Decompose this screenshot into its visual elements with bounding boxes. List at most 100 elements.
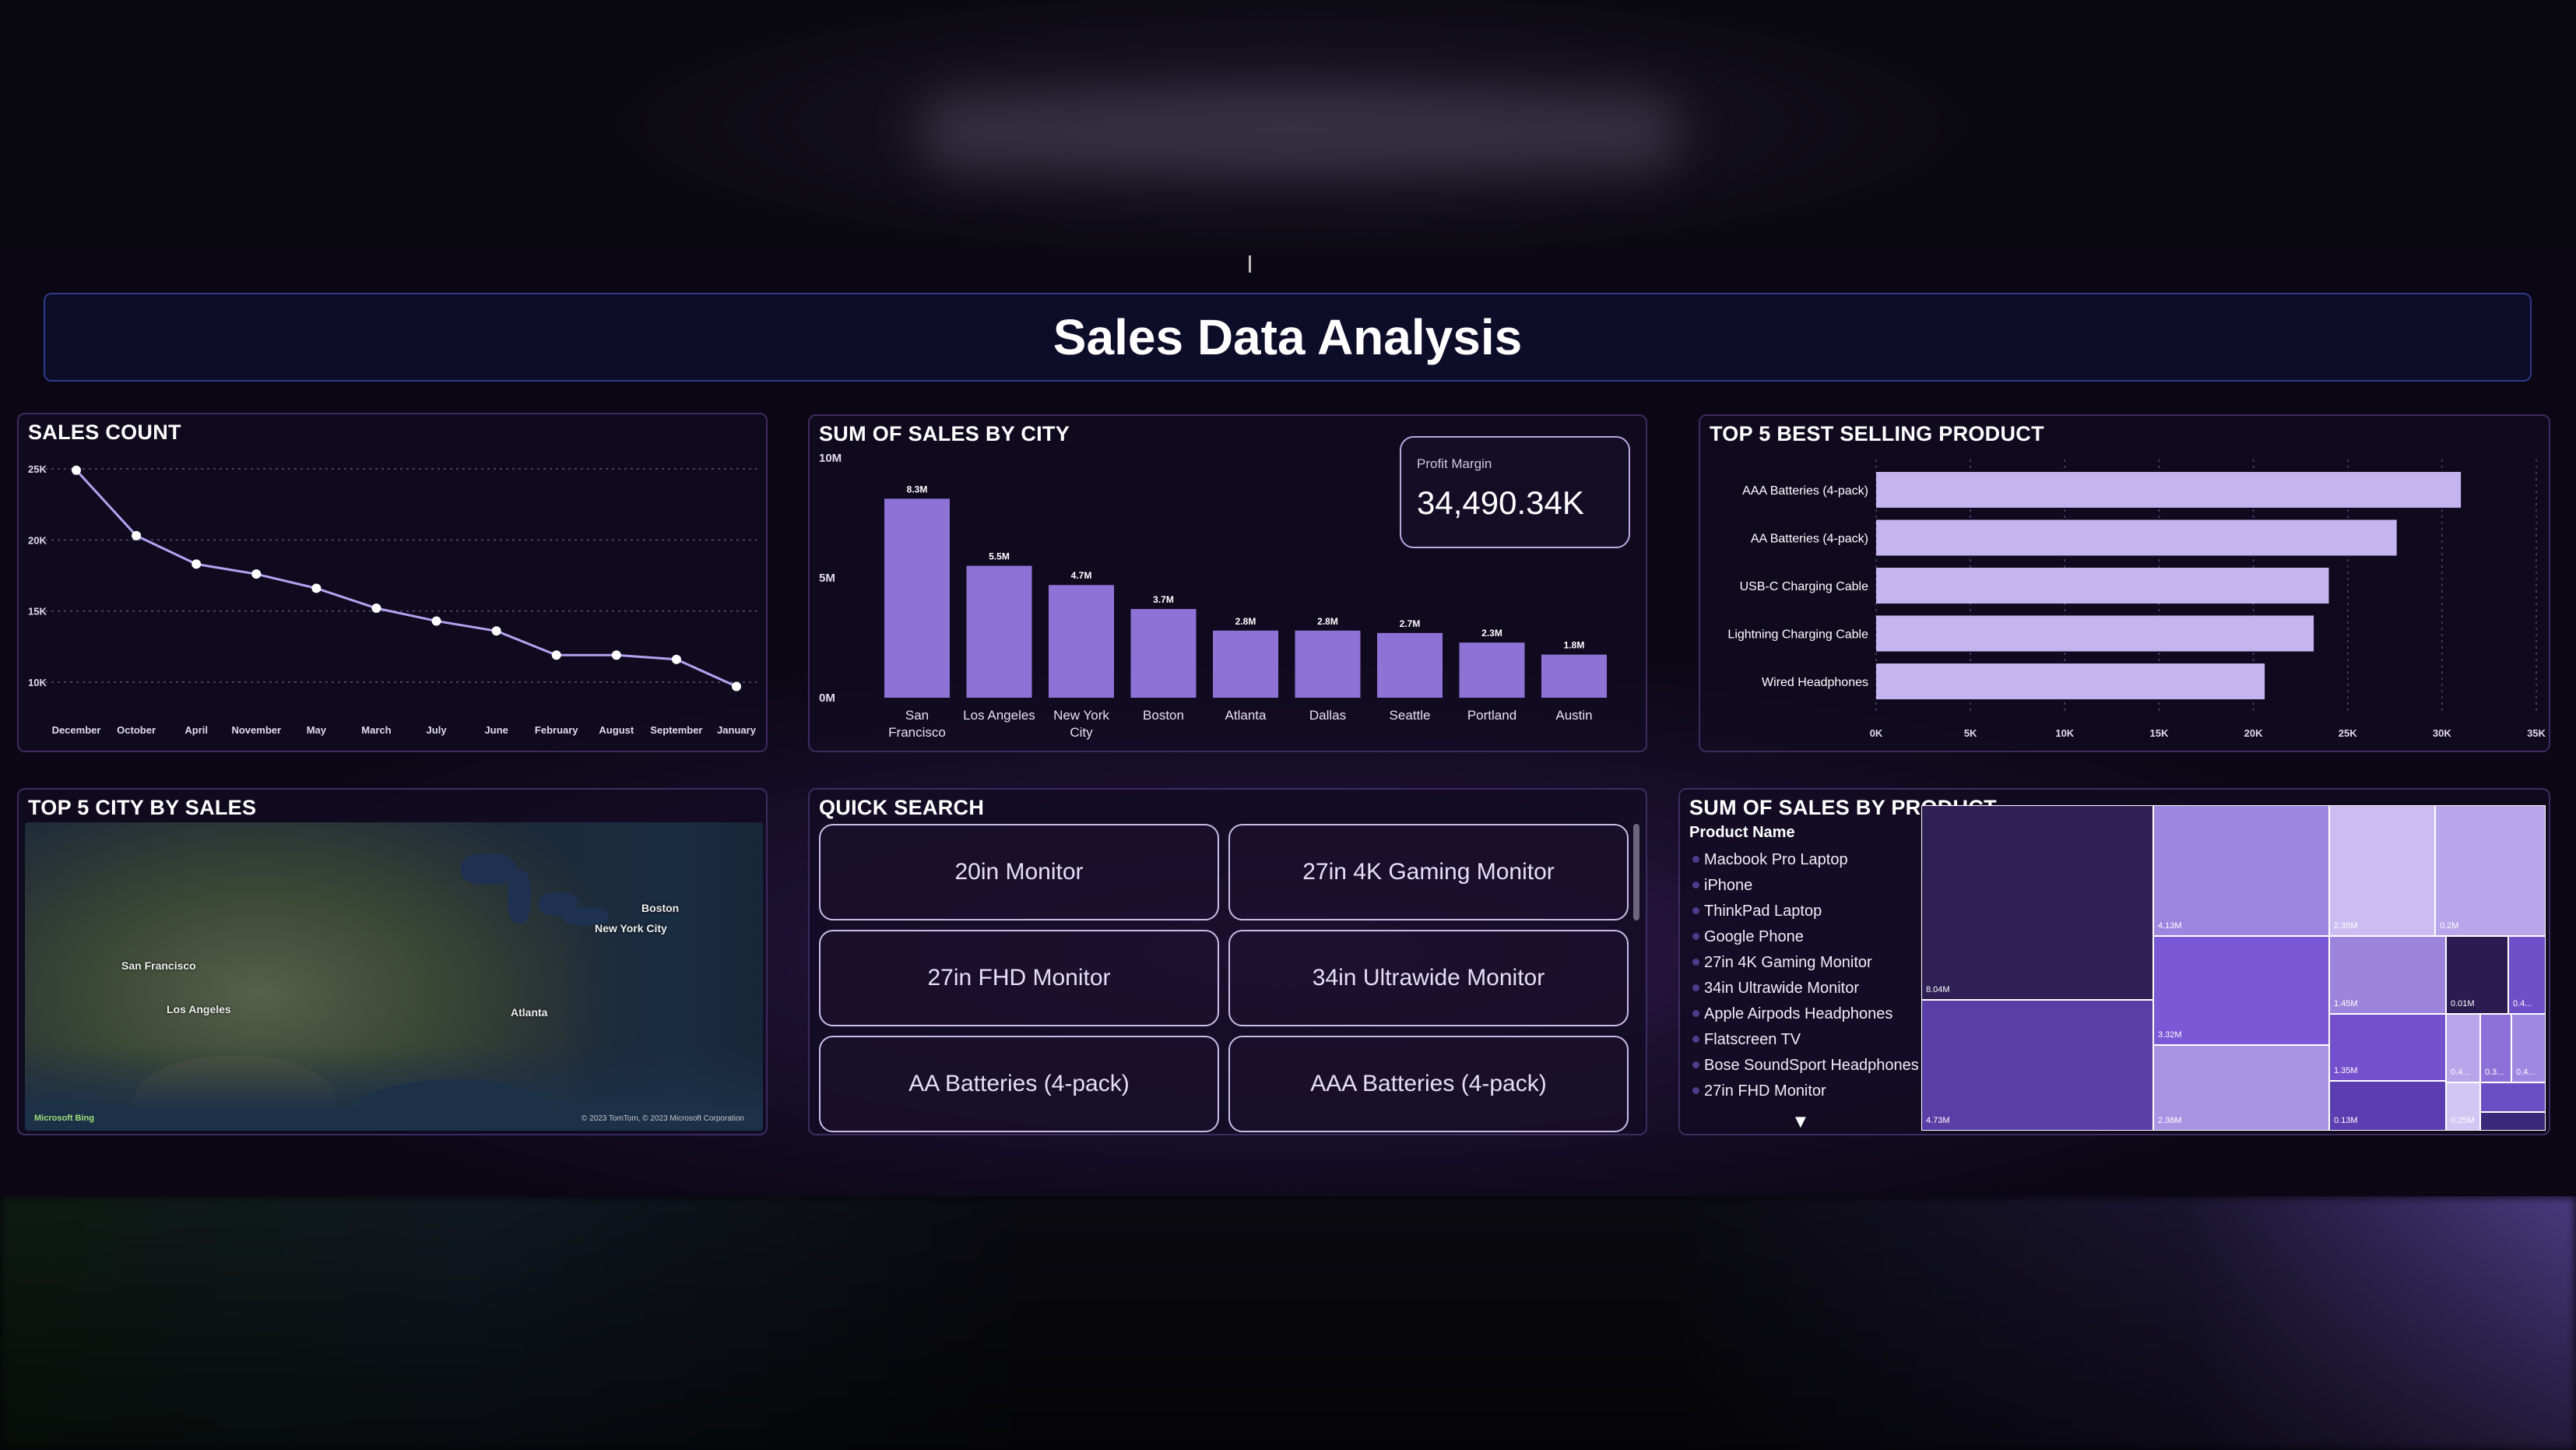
- x-tick-label: 5K: [1964, 727, 1977, 739]
- treemap-tile[interactable]: [2153, 935, 2330, 1046]
- product-legend-label: Macbook Pro Laptop: [1704, 850, 1848, 868]
- bar-value-label: 3.7M: [1153, 594, 1174, 605]
- product-legend-item[interactable]: Apple Airpods Headphones: [1689, 1001, 1923, 1026]
- x-tick-label: Portland: [1467, 708, 1516, 723]
- satellite-map[interactable]: San Francisco Los Angeles Boston New Yor…: [25, 822, 763, 1131]
- x-tick-label: 25K: [2339, 727, 2357, 739]
- product-bar[interactable]: [1876, 472, 2462, 508]
- data-point[interactable]: [671, 654, 681, 664]
- data-point[interactable]: [551, 650, 561, 660]
- product-legend-item[interactable]: Google Phone: [1689, 924, 1923, 949]
- treemap-tile[interactable]: [2434, 805, 2546, 937]
- product-legend-item[interactable]: Bose SoundSport Headphones: [1689, 1052, 1923, 1078]
- product-legend-item[interactable]: iPhone: [1689, 872, 1923, 898]
- city-bar[interactable]: [1049, 585, 1114, 698]
- product-bar[interactable]: [1876, 519, 2397, 556]
- map-city-label[interactable]: San Francisco: [121, 959, 196, 972]
- bar-value-label: 2.3M: [1481, 628, 1502, 639]
- data-point[interactable]: [72, 465, 81, 475]
- top5-product-bar-chart[interactable]: 0K 5K 10K 15K 20K 25K 30K 35K AAA Batteries (4-p…: [1700, 416, 2549, 751]
- quick-search-button[interactable]: 20in Monitor: [819, 824, 1219, 920]
- product-sales-panel[interactable]: SUM OF SALES BY PRODUCT Product Name Mac…: [1678, 788, 2550, 1135]
- treemap-tile[interactable]: [2479, 1082, 2546, 1113]
- city-bar[interactable]: [1130, 609, 1197, 698]
- product-bar[interactable]: [1876, 568, 2329, 604]
- y-tick-label: USB-C Charging Cable: [1740, 580, 1869, 593]
- treemap-tile[interactable]: [2479, 1111, 2546, 1131]
- treemap-tile-label: 0.01M: [2451, 999, 2475, 1008]
- top5-product-panel[interactable]: TOP 5 BEST SELLING PRODUCT 0K 5K 10K 15K 20K…: [1699, 414, 2550, 752]
- product-bar[interactable]: [1876, 663, 2265, 699]
- chevron-down-icon[interactable]: ▼: [1795, 1114, 1806, 1130]
- legend-dot-icon: [1692, 907, 1699, 914]
- quick-search-button[interactable]: AAA Batteries (4-pack): [1228, 1036, 1629, 1132]
- blurred-top-area: [0, 0, 2576, 251]
- city-bar[interactable]: [1213, 630, 1278, 698]
- treemap-tile[interactable]: [2328, 805, 2436, 937]
- product-legend-item[interactable]: Flatscreen TV: [1689, 1026, 1923, 1052]
- treemap-tile[interactable]: [2153, 805, 2330, 937]
- product-legend-item[interactable]: Macbook Pro Laptop: [1689, 846, 1923, 872]
- legend-dot-icon: [1692, 856, 1699, 863]
- map-city-label[interactable]: New York City: [595, 922, 667, 934]
- quick-search-title: QUICK SEARCH: [819, 796, 985, 819]
- product-sales-treemap[interactable]: 8.04M 4.73M 4.13M 3.32M 2.36M 2.35M 1.45M 1.35M…: [1921, 805, 2546, 1131]
- map-lake: [508, 869, 531, 924]
- city-bar[interactable]: [884, 498, 950, 698]
- data-point[interactable]: [132, 530, 142, 540]
- data-point[interactable]: [611, 650, 621, 660]
- map-city-label[interactable]: Atlanta: [511, 1006, 547, 1019]
- treemap-tile-label: 8.04M: [1926, 985, 1950, 994]
- x-tick-label: 15K: [2149, 727, 2168, 739]
- y-tick-label: 5M: [819, 572, 835, 585]
- treemap-tile[interactable]: [1921, 999, 2154, 1131]
- quick-search-button[interactable]: AA Batteries (4-pack): [819, 1036, 1219, 1132]
- city-sales-title: SUM OF SALES BY CITY: [819, 422, 1070, 445]
- data-point[interactable]: [192, 559, 202, 569]
- product-legend-label: 27in 4K Gaming Monitor: [1704, 953, 1872, 971]
- data-point[interactable]: [311, 583, 322, 593]
- quick-search-button[interactable]: 27in 4K Gaming Monitor: [1228, 824, 1629, 920]
- data-point[interactable]: [491, 626, 501, 636]
- bar-value-label: 1.8M: [1564, 640, 1585, 651]
- sales-count-line-chart[interactable]: 25K 20K 15K 10K December October April November…: [19, 414, 766, 751]
- city-bar[interactable]: [1295, 630, 1361, 698]
- treemap-tile-label: 0.13M: [2334, 1116, 2358, 1125]
- sales-count-panel[interactable]: SALES COUNT 25K 20K 15K 10K December October A…: [17, 413, 768, 752]
- map-city-label[interactable]: Los Angeles: [167, 1003, 231, 1015]
- city-bar[interactable]: [1541, 654, 1607, 698]
- city-bar[interactable]: [966, 565, 1032, 698]
- x-tick-label: July: [427, 724, 448, 736]
- x-tick-label: January: [717, 724, 757, 736]
- data-point[interactable]: [251, 569, 262, 579]
- map-city-label[interactable]: Boston: [641, 902, 679, 914]
- x-tick-label: October: [117, 724, 156, 736]
- product-legend-item[interactable]: ThinkPad Laptop: [1689, 898, 1923, 924]
- city-bar[interactable]: [1377, 632, 1443, 698]
- city-map-panel[interactable]: TOP 5 CITY BY SALES San Francisco Los An…: [17, 788, 768, 1135]
- quick-search-button[interactable]: 34in Ultrawide Monitor: [1228, 930, 1629, 1026]
- data-point[interactable]: [371, 604, 381, 614]
- product-legend-label: 27in FHD Monitor: [1704, 1082, 1826, 1100]
- treemap-tile[interactable]: [1921, 805, 2154, 1001]
- quick-search-button[interactable]: 27in FHD Monitor: [819, 930, 1219, 1026]
- y-tick-label: 0M: [819, 692, 835, 705]
- x-tick-label: Francisco: [888, 725, 946, 740]
- quick-search-scrollbar[interactable]: [1633, 824, 1639, 920]
- data-point[interactable]: [431, 616, 441, 626]
- x-tick-label: June: [484, 724, 508, 736]
- product-bar[interactable]: [1876, 615, 2314, 652]
- product-legend-item[interactable]: 27in 4K Gaming Monitor: [1689, 949, 1923, 975]
- bar-value-label: 5.5M: [989, 551, 1010, 562]
- product-legend: Product Name Macbook Pro Laptop iPhone Thi…: [1689, 824, 1923, 1103]
- x-tick-label: March: [361, 724, 391, 736]
- product-legend-item[interactable]: 27in FHD Monitor: [1689, 1078, 1923, 1103]
- product-legend-item[interactable]: 34in Ultrawide Monitor: [1689, 975, 1923, 1001]
- legend-dot-icon: [1692, 1087, 1699, 1094]
- city-sales-panel[interactable]: SUM OF SALES BY CITY 10M 5M 0M 8.3M San Franc…: [808, 414, 1647, 752]
- sales-count-title: SALES COUNT: [28, 421, 181, 444]
- data-point[interactable]: [732, 681, 741, 692]
- x-tick-label: April: [185, 724, 208, 736]
- city-bar[interactable]: [1459, 642, 1525, 698]
- treemap-tile-label: 0.4...: [2513, 999, 2532, 1008]
